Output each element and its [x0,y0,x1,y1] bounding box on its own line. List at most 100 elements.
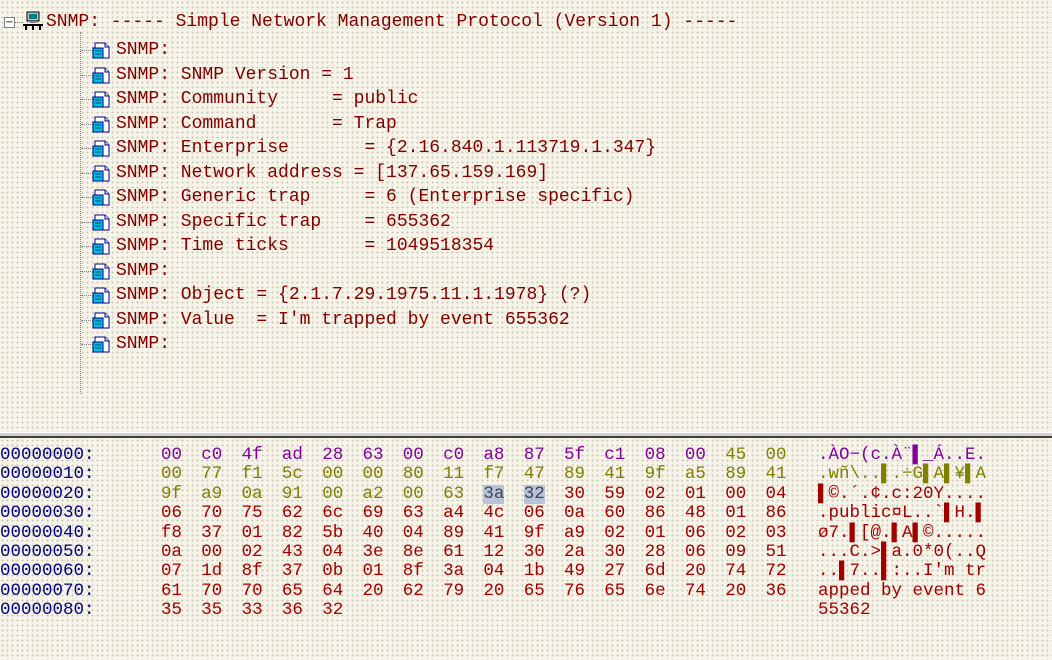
tree-node-row[interactable]: SNMP: Generic trap = 6 (Enterprise speci… [0,185,1000,209]
hex-byte[interactable]: 00 [201,543,222,562]
hex-byte[interactable]: 09 [725,543,746,562]
decode-tree-pane[interactable]: − SNMP: ----- Simple Network Management … [0,0,1052,432]
hex-byte[interactable]: 41 [766,465,787,484]
hex-byte[interactable]: 49 [564,562,585,581]
hex-byte[interactable]: 80 [403,465,424,484]
hex-byte[interactable]: 0a [161,543,182,562]
hex-byte[interactable]: a2 [363,484,384,504]
hex-byte[interactable]: 5b [322,523,343,543]
hex-byte[interactable]: 08 [645,446,666,465]
hex-byte[interactable]: 6d [645,562,666,581]
hex-byte[interactable]: a9 [564,523,585,543]
hex-byte[interactable]: 3a [443,562,464,581]
hex-byte[interactable]: 00 [322,484,343,504]
hex-byte[interactable]: 3e [363,543,384,562]
hex-byte[interactable]: 65 [282,581,303,601]
hex-byte[interactable]: 9f [161,484,182,504]
hex-byte[interactable]: 8e [403,543,424,562]
hex-byte[interactable]: 11 [443,465,464,484]
hex-byte[interactable]: 9f [645,465,666,484]
hex-byte[interactable]: 00 [685,446,706,465]
hex-byte[interactable]: 30 [604,543,625,562]
hex-byte[interactable]: 5c [282,465,303,484]
hex-byte[interactable]: 02 [645,484,666,504]
hex-byte[interactable]: 0a [242,484,263,504]
hex-byte[interactable]: 36 [282,601,303,620]
hex-byte[interactable]: 82 [282,523,303,543]
hex-byte[interactable]: 74 [725,562,746,581]
hex-byte[interactable]: 5f [564,446,585,465]
hex-ascii[interactable]: .public¤L..`▌H.▌ [818,504,986,523]
hex-byte[interactable]: 06 [161,504,182,523]
hex-byte[interactable]: 0a [564,504,585,523]
hex-byte[interactable]: 35 [201,601,222,620]
hex-byte[interactable]: f8 [161,523,182,543]
hex-byte[interactable]: 35 [161,601,182,620]
hex-byte[interactable]: 20 [483,581,504,601]
hex-byte[interactable]: 37 [282,562,303,581]
hex-byte[interactable]: 47 [524,465,545,484]
hex-byte[interactable]: 60 [604,504,625,523]
hex-ascii[interactable]: .wñ\..▌.÷G▌A▌¥▌A [818,465,986,484]
hex-row[interactable]: 00000010: 00 77 f1 5c 00 00 80 11 f7 47 89 41 9f a5 89 4… [0,465,1052,484]
hex-byte[interactable]: 01 [242,523,263,543]
hex-byte[interactable]: 00 [363,465,384,484]
hex-byte[interactable]: 12 [483,543,504,562]
hex-byte[interactable]: 74 [685,581,706,601]
hex-byte[interactable]: 01 [363,562,384,581]
hex-byte[interactable]: c0 [443,446,464,465]
hex-byte[interactable]: 1b [524,562,545,581]
hex-byte[interactable]: 89 [725,465,746,484]
hex-dump-pane[interactable]: 00000000: 00 c0 4f ad 28 63 00 c0 a8 87 5f c1 08 00 45 0… [0,438,1052,660]
hex-byte[interactable]: 2a [564,543,585,562]
hex-row[interactable]: 00000000: 00 c0 4f ad 28 63 00 c0 a8 87 5f c1 08 00 45 0… [0,446,1052,465]
hex-byte[interactable]: 40 [363,523,384,543]
hex-byte[interactable]: 77 [201,465,222,484]
hex-byte[interactable]: 20 [363,581,384,601]
hex-byte[interactable]: 87 [524,446,545,465]
hex-row[interactable]: 00000030: 06 70 75 62 6c 69 63 a4 4c 06 0a 60 86 48 01 8… [0,504,1052,523]
hex-byte[interactable]: f7 [483,465,504,484]
hex-byte[interactable]: 91 [282,484,303,504]
tree-node-row[interactable]: SNMP: [0,38,1000,62]
hex-byte[interactable]: 89 [564,465,585,484]
hex-byte[interactable]: 63 [403,504,424,523]
hex-byte[interactable]: 1d [201,562,222,581]
tree-node-row[interactable]: SNMP: Value = I'm trapped by event 65536… [0,308,1000,332]
tree-node-row[interactable]: SNMP: Time ticks = 1049518354 [0,234,1000,258]
hex-byte[interactable]: 4f [242,446,263,465]
hex-byte[interactable]: a5 [685,465,706,484]
hex-byte[interactable]: 63 [363,446,384,465]
hex-byte[interactable]: 20 [725,581,746,601]
hex-row[interactable]: 00000080: 35 35 33 36 32 55362 [0,601,1052,620]
hex-byte[interactable]: 04 [322,543,343,562]
hex-byte[interactable]: 0b [322,562,343,581]
hex-byte[interactable]: 62 [282,504,303,523]
hex-byte[interactable]: 00 [725,484,746,504]
hex-byte[interactable]: ad [282,446,303,465]
hex-byte[interactable]: 8f [242,562,263,581]
hex-byte[interactable]: 04 [483,562,504,581]
hex-byte[interactable]: a4 [443,504,464,523]
hex-byte[interactable]: 62 [403,581,424,601]
hex-byte[interactable]: 70 [201,581,222,601]
hex-byte[interactable]: 6e [645,581,666,601]
hex-byte[interactable]: 00 [403,484,424,504]
hex-byte[interactable]: 43 [282,543,303,562]
hex-byte[interactable]: 8f [403,562,424,581]
hex-byte[interactable]: 51 [766,543,787,562]
tree-node-row[interactable]: SNMP: Specific trap = 655362 [0,210,1000,234]
hex-byte[interactable]: 65 [524,581,545,601]
hex-ascii[interactable]: ..▌7..▌:..I'm tr [818,562,986,581]
hex-byte[interactable]: 76 [564,581,585,601]
hex-byte[interactable]: 02 [604,523,625,543]
hex-byte[interactable]: 30 [524,543,545,562]
hex-byte[interactable]: 37 [201,523,222,543]
tree-node-row[interactable]: SNMP: Community = public [0,87,1000,111]
hex-byte[interactable]: 4c [483,504,504,523]
hex-byte[interactable]: 01 [685,484,706,504]
hex-byte[interactable]: 28 [645,543,666,562]
hex-row[interactable]: 00000070: 61 70 70 65 64 20 62 79 20 65 76 65 6e 74 20 3… [0,581,1052,601]
hex-byte[interactable]: 61 [443,543,464,562]
hex-byte[interactable]: 00 [161,446,182,465]
